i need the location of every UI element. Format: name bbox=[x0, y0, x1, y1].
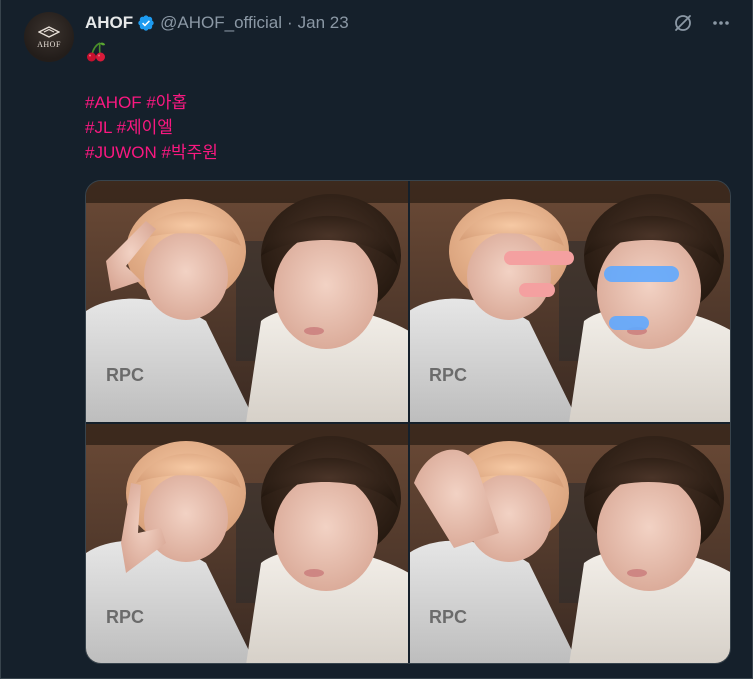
tweet-hashtags: #AHOF #아홉 #JL #제이엘 #JUWON #박주원 bbox=[85, 90, 218, 165]
more-options-icon[interactable] bbox=[710, 12, 732, 34]
hashtag-line: #AHOF #아홉 bbox=[85, 90, 218, 115]
photo-panel-1 bbox=[86, 181, 409, 423]
tweet-photo[interactable]: RPC bbox=[85, 180, 731, 664]
author-handle[interactable]: @AHOF_official bbox=[160, 13, 282, 33]
hashtag-line: #JL #제이엘 bbox=[85, 115, 218, 140]
hashtag-line: #JUWON #박주원 bbox=[85, 140, 218, 165]
hashtag-link[interactable]: #박주원 bbox=[162, 143, 218, 162]
tweet-card[interactable]: AHOF AHOF @AHOF_official · Jan 23 #AHOF … bbox=[0, 0, 753, 679]
tweet-actions bbox=[672, 12, 732, 34]
grok-icon[interactable] bbox=[672, 12, 694, 34]
author-display-name[interactable]: AHOF bbox=[85, 13, 133, 33]
photo-panel-4 bbox=[409, 423, 730, 663]
ahof-logo: AHOF bbox=[37, 25, 61, 49]
hashtag-link[interactable]: #AHOF bbox=[85, 93, 142, 112]
hashtag-link[interactable]: #아홉 bbox=[146, 93, 187, 112]
tweet-date[interactable]: Jan 23 bbox=[298, 13, 349, 33]
photo-panel-2 bbox=[409, 181, 730, 423]
tweet-header: AHOF @AHOF_official · Jan 23 bbox=[85, 12, 349, 34]
logo-mark-icon bbox=[38, 25, 60, 38]
hashtag-link[interactable]: #JUWON bbox=[85, 143, 157, 162]
author-avatar[interactable]: AHOF bbox=[24, 12, 74, 62]
hashtag-link[interactable]: #JL bbox=[85, 118, 112, 137]
photo-grid-image: RPC bbox=[86, 181, 730, 663]
separator-dot: · bbox=[287, 13, 293, 32]
cherry-icon bbox=[85, 41, 107, 68]
photo-panel-3 bbox=[86, 423, 409, 663]
hashtag-link[interactable]: #제이엘 bbox=[117, 118, 173, 137]
avatar-logo-text: AHOF bbox=[37, 39, 61, 49]
verified-badge-icon bbox=[137, 14, 155, 32]
